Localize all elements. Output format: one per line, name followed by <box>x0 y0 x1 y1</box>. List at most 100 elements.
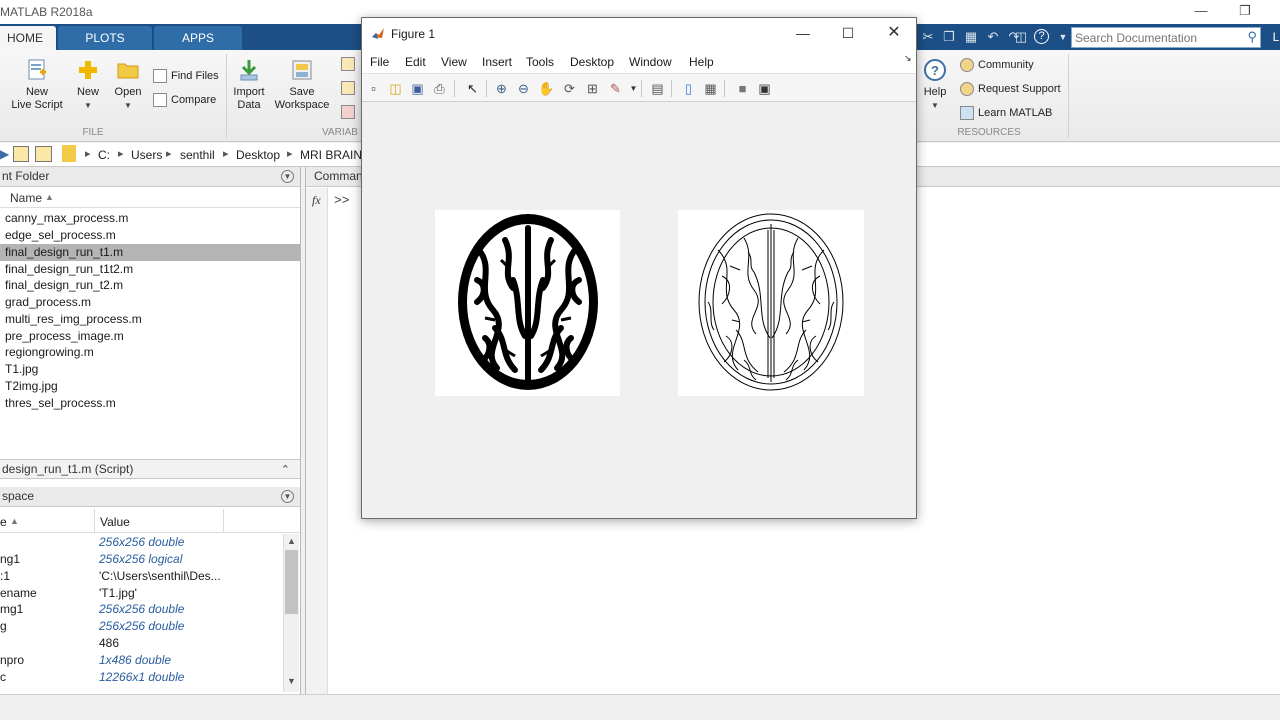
help-icon[interactable]: ? <box>1034 29 1049 44</box>
rotate-3d-icon[interactable]: ⟳ <box>561 80 578 97</box>
paste-icon[interactable]: ▦ <box>963 29 979 45</box>
compare-button[interactable]: Compare <box>153 93 216 107</box>
workspace-scrollbar[interactable]: ▲ ▼ <box>283 534 299 692</box>
learn-matlab-button[interactable]: Learn MATLAB <box>960 106 1052 120</box>
find-files-button[interactable]: Find Files <box>153 69 219 83</box>
new-button[interactable]: New ▼ <box>72 58 104 112</box>
insert-legend-icon[interactable]: ▦ <box>702 80 719 97</box>
file-item[interactable]: multi_res_img_process.m <box>0 311 300 328</box>
name-column-label[interactable]: Name <box>10 191 42 205</box>
switch-windows-icon[interactable]: ◫ <box>1013 29 1029 45</box>
hide-plot-tools-icon[interactable]: ■ <box>734 80 751 97</box>
file-item[interactable]: final_design_run_t1t2.m <box>0 261 300 278</box>
open-variable-icon[interactable] <box>341 81 359 95</box>
workspace-row[interactable]: mg1 256x256 double <box>0 601 283 618</box>
undo-icon[interactable]: ↶ <box>985 29 1001 45</box>
file-item[interactable]: regiongrowing.m <box>0 344 300 361</box>
insert-colorbar-icon[interactable]: ▯ <box>680 80 697 97</box>
path-segment[interactable]: MRI BRAIN <box>300 148 362 162</box>
collapse-icon[interactable]: ⌃ <box>281 461 290 480</box>
save-icon[interactable]: ▣ <box>409 80 426 97</box>
link-plot-icon[interactable]: ▤ <box>649 80 666 97</box>
menu-insert[interactable]: Insert <box>482 55 512 69</box>
save-workspace-button[interactable]: Save Workspace <box>273 58 331 112</box>
workspace-row[interactable]: npro 1x486 double <box>0 652 283 669</box>
dock-arrow-icon[interactable]: ↘ <box>904 53 912 64</box>
zoom-in-icon[interactable]: ⊕ <box>493 80 510 97</box>
value-column-label[interactable]: Value <box>100 515 130 529</box>
file-item[interactable]: canny_max_process.m <box>0 210 300 227</box>
open-file-icon[interactable]: ◫ <box>387 80 404 97</box>
file-item-selected[interactable]: final_design_run_t1.m <box>0 244 300 261</box>
tab-apps[interactable]: APPS <box>154 26 242 50</box>
workspace-column-header[interactable]: e ▲ Value <box>0 509 300 533</box>
panel-menu-icon[interactable]: ▼ <box>281 170 294 183</box>
file-item[interactable]: T1.jpg <box>0 361 300 378</box>
workspace-row[interactable]: :1 'C:\Users\senthil\Des... <box>0 568 283 585</box>
community-button[interactable]: Community <box>960 58 1034 72</box>
clear-workspace-icon[interactable] <box>341 105 359 119</box>
path-segment[interactable]: Users <box>131 148 162 162</box>
workspace-row[interactable]: ename 'T1.jpg' <box>0 585 283 602</box>
figure-window[interactable]: Figure 1 — ☐ ✕ File Edit View Insert Too… <box>361 17 917 519</box>
workspace-row[interactable]: 486 <box>0 635 283 652</box>
workspace-row[interactable]: 256x256 double <box>0 534 283 551</box>
path-segment[interactable]: senthil <box>180 148 215 162</box>
workspace-row[interactable]: ng1 256x256 logical <box>0 551 283 568</box>
minimize-button[interactable]: — <box>788 24 818 44</box>
edit-plot-pointer-icon[interactable]: ↖ <box>464 80 481 97</box>
scroll-down-icon[interactable]: ▼ <box>287 676 296 686</box>
restore-button[interactable]: ❐ <box>1222 2 1268 22</box>
copy-icon[interactable]: ❐ <box>941 29 957 45</box>
details-bar[interactable]: design_run_t1.m (Script) ⌃ <box>0 459 300 479</box>
request-support-button[interactable]: Request Support <box>960 82 1061 96</box>
scrollbar-thumb[interactable] <box>285 550 298 614</box>
file-item[interactable]: thres_sel_process.m <box>0 395 300 412</box>
pan-hand-icon[interactable]: ✋ <box>538 80 555 97</box>
name-column-label[interactable]: e <box>0 515 7 529</box>
file-item[interactable]: final_design_run_t2.m <box>0 277 300 294</box>
axes-image-segmented[interactable] <box>435 210 620 396</box>
tab-home[interactable]: HOME <box>0 26 56 50</box>
new-variable-icon[interactable] <box>341 57 359 71</box>
tab-plots[interactable]: PLOTS <box>58 26 152 50</box>
brush-icon[interactable]: ✎ <box>607 80 624 97</box>
minimize-button[interactable]: — <box>1178 2 1224 22</box>
menu-desktop[interactable]: Desktop <box>570 55 614 69</box>
help-button[interactable]: ? Help ▼ <box>918 58 952 112</box>
menu-window[interactable]: Window <box>629 55 672 69</box>
brush-dropdown-icon[interactable]: ▼ <box>625 80 642 97</box>
menu-file[interactable]: File <box>370 55 389 69</box>
column-header[interactable]: Name ▲ <box>0 188 300 208</box>
import-data-button[interactable]: Import Data <box>230 58 268 112</box>
scroll-up-icon[interactable]: ▲ <box>287 536 296 546</box>
close-button[interactable]: ✕ <box>879 24 909 44</box>
workspace-row[interactable]: c 12266x1 double <box>0 669 283 686</box>
new-figure-icon[interactable]: ▫ <box>365 80 382 97</box>
file-item[interactable]: grad_process.m <box>0 294 300 311</box>
figure-title-bar[interactable]: Figure 1 — ☐ ✕ <box>362 18 916 49</box>
help-dropdown-icon[interactable]: ▼ <box>1055 29 1071 45</box>
show-plot-tools-icon[interactable]: ▣ <box>756 80 773 97</box>
path-segment[interactable]: C: <box>98 148 110 162</box>
zoom-out-icon[interactable]: ⊖ <box>515 80 532 97</box>
file-item[interactable]: T2img.jpg <box>0 378 300 395</box>
new-live-script-button[interactable]: New Live Script <box>8 58 66 112</box>
cut-icon[interactable]: ✂ <box>920 29 936 45</box>
account-icon[interactable]: L <box>1268 29 1280 45</box>
axes-image-edges[interactable] <box>678 210 864 396</box>
search-icon[interactable]: ⚲ <box>1247 29 1257 45</box>
open-button[interactable]: Open ▼ <box>112 58 144 112</box>
path-segment[interactable]: Desktop <box>236 148 280 162</box>
command-prompt[interactable]: >> <box>334 193 350 208</box>
fx-icon[interactable]: fx <box>312 193 321 208</box>
menu-tools[interactable]: Tools <box>526 55 554 69</box>
panel-menu-icon[interactable]: ▼ <box>281 490 294 503</box>
browse-folder-icon[interactable] <box>35 146 52 162</box>
file-item[interactable]: edge_sel_process.m <box>0 227 300 244</box>
search-documentation[interactable]: ⚲ <box>1071 27 1261 48</box>
file-item[interactable]: pre_process_image.m <box>0 328 300 345</box>
menu-edit[interactable]: Edit <box>405 55 426 69</box>
back-icon[interactable]: ▶ <box>0 147 9 161</box>
maximize-button[interactable]: ☐ <box>833 24 863 44</box>
